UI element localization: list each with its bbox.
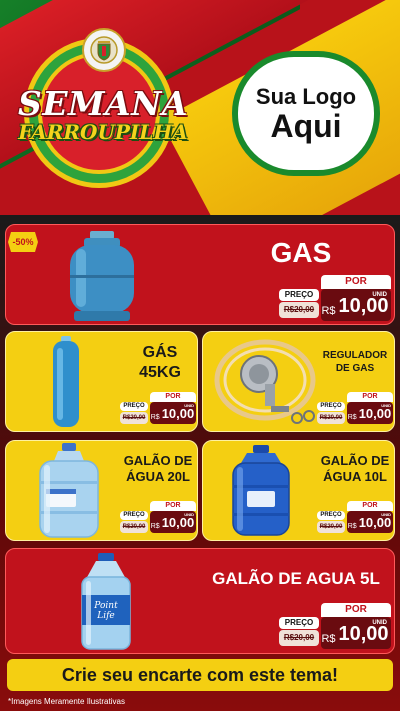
preco-label: PREÇO: [279, 617, 319, 629]
preco-label: PREÇO: [120, 402, 148, 411]
logo-text-line2: Aqui: [270, 107, 342, 144]
product-card-regulador: REGULADOR DE GAS POR PREÇO R$20,00 R$ 10…: [202, 331, 395, 432]
price-tag: POR PREÇO R$20,00 R$ 10,00 UNID: [279, 275, 391, 321]
currency: R$: [321, 305, 336, 317]
unit-label: UNID: [184, 512, 194, 517]
product-card-galao-10l: GALÃO DE ÁGUA 10L POR PREÇO R$20,00 R$ 1…: [202, 440, 395, 541]
price-value: 10,00: [161, 406, 195, 421]
header-banner: SEMANA FARROUPILHA Sua Logo Aqui: [0, 0, 400, 215]
new-price: R$ 10,00 UNID: [150, 511, 196, 533]
price-tag: POR PREÇO R$20,00 R$ 10,00 UNID: [317, 501, 393, 533]
coat-of-arms-icon: [82, 28, 126, 72]
currency: R$: [347, 414, 357, 421]
logo-text-line1: Sua Logo: [255, 83, 357, 109]
preco-label: PREÇO: [317, 511, 345, 520]
price-tag: POR PREÇO R$20,00 R$ 10,00 UNID: [317, 392, 393, 424]
gas-regulator-icon: [214, 339, 316, 424]
product-name-line2: ÁGUA 10L: [323, 469, 387, 484]
unit-label: UNID: [184, 403, 194, 408]
product-name-line1: GALÃO DE: [123, 453, 193, 468]
new-price: R$ 10,00 UNID: [347, 402, 393, 424]
por-label: POR: [150, 392, 196, 402]
unit-label: UNID: [372, 620, 387, 626]
product-name-line1: GÁS: [142, 344, 178, 361]
old-price: R$20,00: [279, 630, 319, 646]
product-card-galao-5l: Point Life GALÃO DE AGUA 5L POR PREÇO R$…: [5, 548, 395, 654]
product-name: GALÃO DE AGUA 5L: [212, 569, 380, 588]
old-price: R$20,00: [120, 521, 148, 533]
unit-label: UNID: [372, 292, 387, 298]
product-name-line1: REGULADOR: [322, 350, 388, 361]
currency: R$: [347, 523, 357, 530]
cta-banner: Crie seu encarte com este tema!: [7, 659, 393, 691]
product-card-galao-20l: GALÃO DE ÁGUA 20L POR PREÇO R$20,00 R$ 1…: [5, 440, 198, 541]
new-price: R$ 10,00 UNID: [321, 617, 391, 649]
old-price: R$20,00: [279, 302, 319, 318]
title-farroupilha: FARROUPILHA: [18, 120, 188, 144]
por-label: POR: [347, 392, 393, 402]
bottle-brand-line1: Point: [93, 601, 118, 611]
price-value: 10,00: [338, 623, 389, 645]
tall-gas-cylinder-icon: [53, 336, 79, 427]
preco-label: PREÇO: [317, 402, 345, 411]
currency: R$: [150, 414, 160, 421]
discount-badge: -50%: [8, 232, 38, 252]
water-bottle-5l-icon: Point Life: [81, 553, 131, 650]
water-jug-20l-icon: [39, 443, 99, 538]
gas-cylinder-icon: [70, 231, 134, 321]
preco-label: PREÇO: [120, 511, 148, 520]
unit-label: UNID: [381, 512, 391, 517]
por-label: POR: [150, 501, 196, 511]
currency: R$: [321, 633, 336, 645]
product-name-line1: GALÃO DE: [320, 453, 390, 468]
old-price: R$20,00: [120, 412, 148, 424]
unit-label: UNID: [381, 403, 391, 408]
product-card-gas: GAS POR PREÇO R$20,00 R$ 10,00 UNID: [5, 224, 395, 325]
price-value: 10,00: [161, 515, 195, 530]
por-label: POR: [321, 275, 391, 289]
preco-label: PREÇO: [279, 289, 319, 301]
semana-farroupilha-emblem: SEMANA FARROUPILHA: [14, 28, 192, 196]
water-jug-10l-icon: [232, 445, 290, 536]
bottle-brand-line2: Life: [96, 611, 115, 621]
disclaimer: *Imagens Meramente Ilustrativas: [8, 697, 125, 706]
new-price: R$ 10,00 UNID: [321, 289, 391, 321]
product-name-line2: DE GAS: [335, 363, 375, 374]
por-label: POR: [347, 501, 393, 511]
currency: R$: [150, 523, 160, 530]
price-tag: POR PREÇO R$20,00 R$ 10,00 UNID: [120, 501, 196, 533]
title-semana: SEMANA: [18, 84, 188, 123]
price-value: 10,00: [358, 515, 392, 530]
price-tag: POR PREÇO R$20,00 R$ 10,00 UNID: [279, 603, 391, 649]
old-price: R$20,00: [317, 521, 345, 533]
price-tag: POR PREÇO R$20,00 R$ 10,00 UNID: [120, 392, 196, 424]
product-card-gas-45kg: GÁS 45KG POR PREÇO R$20,00 R$ 10,00 UNID: [5, 331, 198, 432]
logo-placeholder: Sua Logo Aqui: [232, 51, 380, 176]
product-name-line2: ÁGUA 20L: [126, 469, 190, 484]
new-price: R$ 10,00 UNID: [150, 402, 196, 424]
price-value: 10,00: [358, 406, 392, 421]
product-name-line2: 45KG: [139, 364, 181, 381]
por-label: POR: [321, 603, 391, 617]
product-name: GAS: [270, 237, 332, 268]
new-price: R$ 10,00 UNID: [347, 511, 393, 533]
old-price: R$20,00: [317, 412, 345, 424]
price-value: 10,00: [338, 295, 389, 317]
